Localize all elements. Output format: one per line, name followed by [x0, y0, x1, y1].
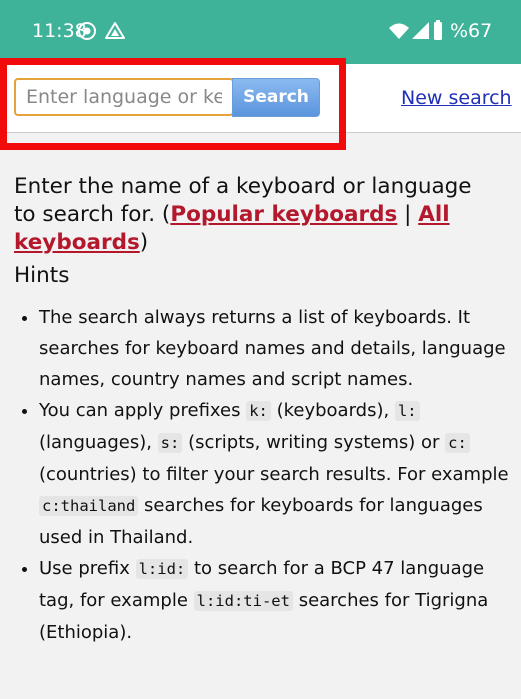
hint-2-text: (keyboards), [270, 400, 395, 421]
drive-icon [105, 22, 125, 39]
hint-2-text: (scripts, writing systems) or [182, 432, 446, 453]
hint-item: You can apply prefixes k: (keyboards), l… [39, 395, 515, 553]
prefix-code: c: [445, 433, 470, 453]
hint-2-text: (languages), [39, 432, 158, 453]
example-code: c:thailand [39, 496, 139, 516]
intro-separator: | [397, 202, 419, 227]
prefix-code: k: [246, 401, 271, 421]
signal-icon [412, 22, 429, 39]
prefix-code: s: [157, 433, 183, 453]
status-bar: 11:38 %67 [0, 0, 521, 64]
wifi-icon [389, 23, 409, 39]
hint-2-text: (countries) to filter your search result… [39, 464, 509, 485]
popular-keyboards-link[interactable]: Popular keyboards [170, 202, 397, 227]
intro-text-after: ) [139, 230, 149, 255]
new-search-link[interactable]: New search [401, 87, 512, 109]
hints-heading: Hints [14, 263, 70, 288]
intro-text: Enter the name of a keyboard or language… [14, 173, 484, 257]
hints-list: The search always returns a list of keyb… [0, 302, 515, 648]
prefix-code: l:id: [135, 559, 189, 579]
prefix-code: l: [394, 401, 420, 421]
hint-2-text: You can apply prefixes [39, 400, 247, 421]
battery-icon [434, 20, 442, 40]
battery-percentage: %67 [450, 20, 493, 42]
hint-item: Use prefix l:id: to search for a BCP 47 … [39, 553, 515, 648]
highlight-box [0, 58, 346, 150]
hint-item: The search always returns a list of keyb… [39, 302, 515, 395]
record-icon [78, 22, 96, 40]
hint-3-text: Use prefix [39, 558, 136, 579]
example-code: l:id:ti-et [193, 591, 293, 611]
hint-1-text: The search always returns a list of keyb… [39, 307, 506, 390]
